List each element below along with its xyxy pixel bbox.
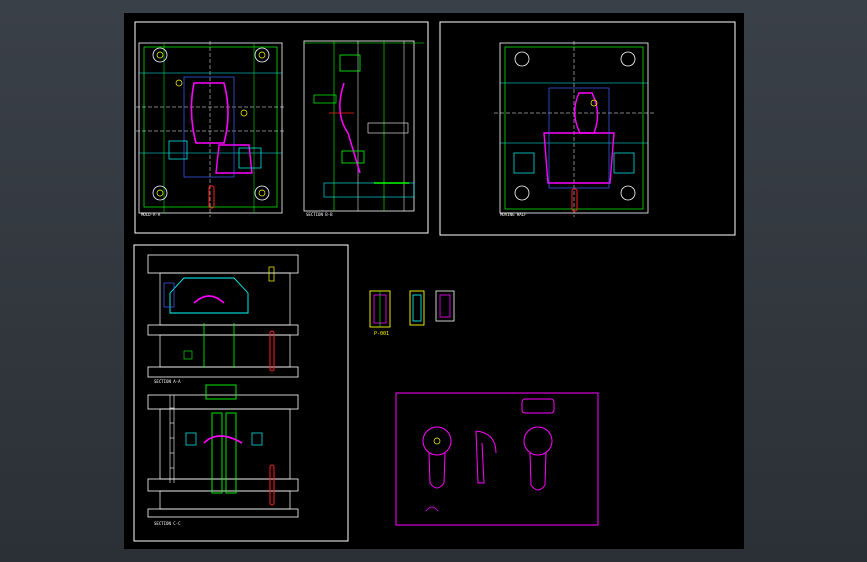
plan-view-moving-half: MOVING HALF xyxy=(494,41,654,217)
plan-left-label: MOLD-A-A xyxy=(141,212,161,217)
section-a: SECTION A-A xyxy=(147,254,299,384)
product-front xyxy=(422,426,452,489)
section-b: SECTION C-C xyxy=(147,384,299,526)
section-a-label: SECTION A-A xyxy=(154,379,181,384)
cad-drawing-canvas[interactable]: MOLD-A-A SECTION B-B MOVING HALF SECTION… xyxy=(124,13,744,549)
sheet-bottom-left: SECTION A-A SECTION C-C xyxy=(133,244,349,542)
insert-3 xyxy=(435,290,455,322)
sheet-top-left: MOLD-A-A SECTION B-B xyxy=(134,21,429,234)
product-side xyxy=(475,430,497,484)
sheet-product xyxy=(395,392,599,526)
sheet-top-right: MOVING HALF xyxy=(439,21,736,236)
cad-model-space[interactable]: MOLD-A-A SECTION B-B MOVING HALF SECTION… xyxy=(124,13,744,549)
product-back xyxy=(521,398,555,491)
section-mid-label: SECTION B-B xyxy=(306,212,333,217)
plan-view: MOLD-A-A xyxy=(136,41,284,217)
section-b-label: SECTION C-C xyxy=(154,521,181,526)
section-view: SECTION B-B xyxy=(303,40,424,217)
insert-tag: P-001 xyxy=(374,331,389,337)
inserts-group: P-001 xyxy=(369,290,455,337)
insert-1: P-001 xyxy=(369,290,391,337)
plan-right-label: MOVING HALF xyxy=(500,212,527,217)
insert-2 xyxy=(409,290,425,326)
